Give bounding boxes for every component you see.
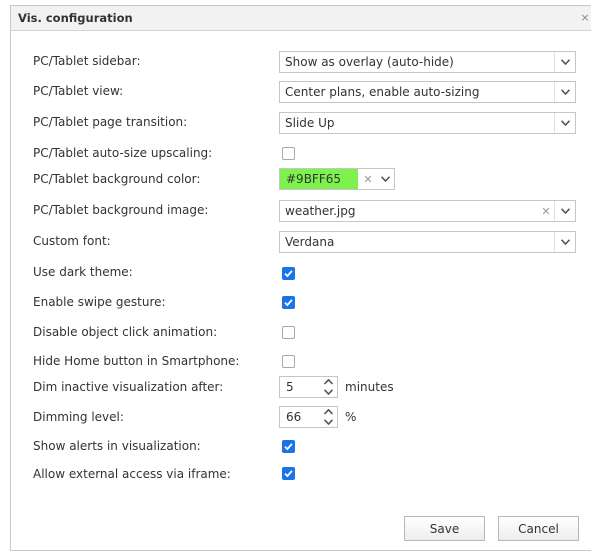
transition-label: PC/Tablet page transition:	[33, 115, 188, 129]
view-value: Center plans, enable auto-sizing	[285, 85, 480, 99]
upscaling-label: PC/Tablet auto-size upscaling:	[33, 146, 213, 160]
spinner-down-icon[interactable]	[322, 388, 334, 396]
chevron-down-icon[interactable]	[554, 52, 575, 72]
dialog-title: Vis. configuration	[18, 11, 133, 25]
bg-image-select[interactable]: weather.jpg ✕	[279, 200, 576, 222]
transition-value: Slide Up	[285, 116, 335, 130]
swipe-label: Enable swipe gesture:	[33, 295, 166, 309]
iframe-label: Allow external access via iframe:	[33, 467, 231, 481]
clear-x-icon[interactable]: ✕	[539, 201, 553, 221]
chevron-down-icon[interactable]	[554, 201, 575, 221]
bg-image-value: weather.jpg	[285, 204, 356, 218]
save-button[interactable]: Save	[404, 516, 485, 541]
swipe-checkbox[interactable]	[282, 296, 295, 309]
dialog-titlebar[interactable]: Vis. configuration ×	[11, 6, 591, 31]
cancel-button[interactable]: Cancel	[498, 516, 579, 541]
chevron-down-icon[interactable]	[377, 169, 394, 189]
home-btn-label: Hide Home button in Smartphone:	[33, 354, 240, 368]
dim-level-unit: %	[345, 410, 357, 424]
view-select[interactable]: Center plans, enable auto-sizing	[279, 81, 576, 103]
spinner-up-icon[interactable]	[322, 378, 334, 386]
checkmark-icon	[284, 270, 293, 278]
chevron-down-icon[interactable]	[554, 113, 575, 133]
transition-select[interactable]: Slide Up	[279, 112, 576, 134]
dialog-footer: Save Cancel	[11, 508, 591, 550]
sidebar-label: PC/Tablet sidebar:	[33, 54, 141, 68]
dim-after-label: Dim inactive visualization after:	[33, 380, 224, 394]
spinner-up-icon[interactable]	[322, 408, 334, 416]
spinner-down-icon[interactable]	[322, 418, 334, 426]
dim-after-spinner[interactable]: 5	[279, 376, 338, 398]
clear-x-icon[interactable]: ✕	[361, 169, 375, 189]
bg-color-label: PC/Tablet background color:	[33, 172, 201, 186]
spinner-arrows-icon[interactable]	[321, 378, 335, 396]
home-btn-checkbox[interactable]	[282, 355, 295, 368]
chevron-down-icon[interactable]	[554, 82, 575, 102]
vis-configuration-dialog: Vis. configuration × PC/Tablet sidebar: …	[10, 5, 591, 551]
color-swatch[interactable]: #9BFF65	[280, 169, 358, 189]
alerts-checkbox[interactable]	[282, 440, 295, 453]
dark-theme-label: Use dark theme:	[33, 265, 133, 279]
alerts-label: Show alerts in visualization:	[33, 439, 201, 453]
click-anim-label: Disable object click animation:	[33, 325, 218, 339]
chevron-down-icon[interactable]	[554, 232, 575, 252]
bg-image-label: PC/Tablet background image:	[33, 203, 209, 217]
iframe-checkbox[interactable]	[282, 467, 295, 480]
view-label: PC/Tablet view:	[33, 84, 124, 98]
checkmark-icon	[284, 443, 293, 451]
dim-level-value: 66	[286, 410, 302, 424]
click-anim-checkbox[interactable]	[282, 326, 295, 339]
dark-theme-checkbox[interactable]	[282, 267, 295, 280]
font-select[interactable]: Verdana	[279, 231, 576, 253]
checkmark-icon	[284, 470, 293, 478]
dim-after-value: 5	[286, 380, 294, 394]
bg-color-picker[interactable]: #9BFF65 ✕	[279, 168, 395, 190]
font-label: Custom font:	[33, 234, 111, 248]
color-value: #9BFF65	[286, 172, 341, 186]
dim-level-spinner[interactable]: 66	[279, 406, 338, 428]
dim-level-label: Dimming level:	[33, 410, 124, 424]
spinner-arrows-icon[interactable]	[321, 408, 335, 426]
checkmark-icon	[284, 299, 293, 307]
font-value: Verdana	[285, 235, 335, 249]
upscaling-checkbox[interactable]	[282, 147, 295, 160]
close-icon[interactable]: ×	[579, 11, 591, 24]
sidebar-select[interactable]: Show as overlay (auto-hide)	[279, 51, 576, 73]
dialog-content: PC/Tablet sidebar: Show as overlay (auto…	[11, 31, 591, 550]
sidebar-value: Show as overlay (auto-hide)	[285, 55, 454, 69]
dim-after-unit: minutes	[345, 380, 394, 394]
